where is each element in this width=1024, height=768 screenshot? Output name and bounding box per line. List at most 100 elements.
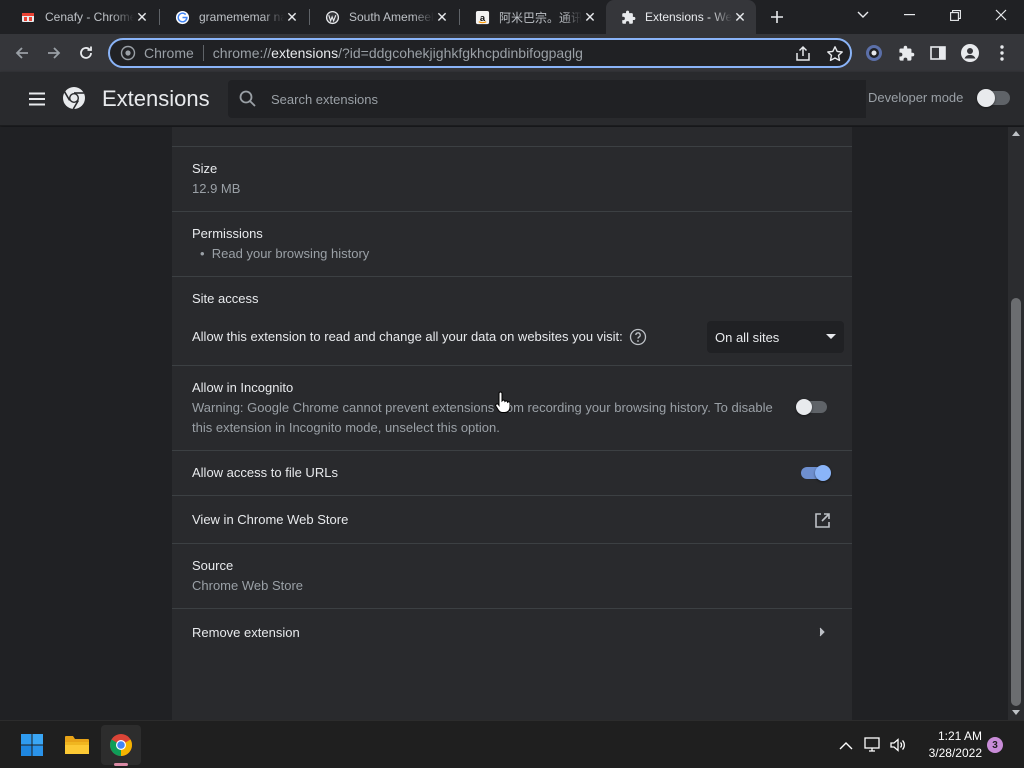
close-window-button[interactable] <box>978 0 1024 30</box>
incognito-section: Allow in Incognito Warning: Google Chrom… <box>172 366 852 451</box>
tab-amazon[interactable]: a 阿米巴宗。通讯 ✕ <box>460 0 606 34</box>
url-scheme: chrome:// <box>212 45 272 61</box>
hamburger-menu-icon[interactable] <box>26 88 48 110</box>
developer-mode-label: Developer mode <box>868 90 964 105</box>
extensions-menu-button[interactable] <box>896 43 916 63</box>
minimize-button[interactable] <box>886 0 932 30</box>
tab-title: Cenafy - Chrome <box>45 10 134 24</box>
share-icon[interactable] <box>794 45 812 63</box>
help-icon[interactable] <box>629 328 647 346</box>
puzzle-favicon <box>620 9 636 25</box>
close-tab-icon[interactable]: ✕ <box>434 9 450 25</box>
chrome-menu-button[interactable] <box>992 43 1012 63</box>
forward-arrow-icon <box>48 47 61 59</box>
source-label: Source <box>192 558 234 573</box>
minimize-icon <box>903 14 915 16</box>
details-page: Size 12.9 MB Permissions • Read your bro… <box>0 127 1008 720</box>
extension-icon-button[interactable] <box>864 43 884 63</box>
side-panel-icon <box>930 46 946 60</box>
page-scrollbar[interactable] <box>1008 127 1024 720</box>
site-access-select[interactable]: On all sites <box>707 321 844 353</box>
side-panel-button[interactable] <box>928 43 948 63</box>
forward-button[interactable] <box>40 39 68 67</box>
network-button[interactable] <box>863 735 883 755</box>
site-access-selected: On all sites <box>715 329 780 345</box>
chevron-down-icon <box>857 11 869 18</box>
amazon-favicon: a <box>474 9 490 25</box>
folder-icon <box>65 736 89 754</box>
puzzle-icon <box>898 45 914 61</box>
bookmark-star-icon[interactable] <box>826 45 844 63</box>
volume-button[interactable] <box>888 735 908 755</box>
tab-google[interactable]: gramememar na ✕ <box>160 0 308 34</box>
url-path: /?id=ddgcohekjighkfgkhcpdinbifogpaglg <box>338 45 583 61</box>
remove-extension-row[interactable]: Remove extension <box>172 609 852 657</box>
toggle-knob <box>815 465 831 481</box>
restore-button[interactable] <box>932 0 978 30</box>
source-value: Chrome Web Store <box>192 578 304 593</box>
windows-taskbar: 1:21 AM 3/28/2022 3 <box>0 720 1024 768</box>
close-tab-icon[interactable]: ✕ <box>134 9 150 25</box>
incognito-toggle[interactable] <box>796 397 830 417</box>
chevron-up-icon <box>839 741 853 749</box>
tab-title: 阿米巴宗。通讯 <box>499 10 582 25</box>
chrome-logo-icon <box>63 87 85 110</box>
search-input[interactable] <box>271 91 831 107</box>
back-button[interactable] <box>8 39 36 67</box>
permissions-label: Permissions <box>192 226 263 241</box>
omnibox-divider <box>202 45 204 61</box>
clock-date: 3/28/2022 <box>928 746 982 760</box>
close-tab-icon[interactable]: ✕ <box>732 9 748 25</box>
source-section: Source Chrome Web Store <box>172 544 852 609</box>
page-title: Extensions <box>102 86 210 111</box>
reload-button[interactable] <box>72 39 100 67</box>
search-extensions-box[interactable] <box>228 80 866 118</box>
chrome-taskbar-button[interactable] <box>101 725 141 765</box>
file-urls-toggle[interactable] <box>798 463 832 483</box>
new-tab-button[interactable] <box>766 6 788 28</box>
tab-extensions[interactable]: Extensions - We ✕ <box>606 0 756 34</box>
profile-button[interactable] <box>960 43 980 63</box>
url-text: chrome://extensions/?id=ddgcohekjighkfgk… <box>213 45 583 61</box>
tab-search-button[interactable] <box>840 0 886 30</box>
close-tab-icon[interactable]: ✕ <box>284 9 300 25</box>
web-store-row[interactable]: View in Chrome Web Store <box>172 496 852 544</box>
start-button[interactable] <box>12 725 52 765</box>
cenafy-favicon <box>20 9 36 25</box>
top-cutoff-section <box>172 127 852 147</box>
close-tab-icon[interactable]: ✕ <box>582 9 598 25</box>
incognito-warning-line2: this extension in Incognito mode, unsele… <box>192 420 500 435</box>
omnibox-chip: Chrome <box>144 45 194 61</box>
network-icon <box>864 737 880 752</box>
toggle-knob <box>977 89 995 107</box>
tab-title: gramememar na <box>199 10 284 24</box>
tab-wordpress[interactable]: South Amemeel ✕ <box>310 0 458 34</box>
tab-strip: Cenafy - Chrome ✕ gramememar na ✕ South … <box>0 0 1024 34</box>
speaker-icon <box>890 738 905 752</box>
file-urls-label: Allow access to file URLs <box>192 465 338 480</box>
toggle-knob <box>796 399 812 415</box>
browser-toolbar: Chrome chrome://extensions/?id=ddgcohekj… <box>0 34 1024 72</box>
scroll-down-arrow-icon[interactable] <box>1012 710 1020 715</box>
address-bar[interactable]: Chrome chrome://extensions/?id=ddgcohekj… <box>108 38 852 68</box>
incognito-label: Allow in Incognito <box>192 380 294 395</box>
file-explorer-button[interactable] <box>57 725 97 765</box>
open-in-new-icon[interactable] <box>814 512 831 529</box>
show-hidden-icons-button[interactable] <box>836 735 856 755</box>
tab-title: Extensions - We <box>645 10 732 24</box>
scrollbar-thumb[interactable] <box>1011 298 1021 706</box>
hand-cursor-icon <box>495 391 510 413</box>
plus-icon <box>771 11 783 23</box>
developer-mode-toggle[interactable] <box>977 88 1011 108</box>
taskbar-clock[interactable]: 1:21 AM 3/28/2022 <box>916 728 982 762</box>
size-section: Size 12.9 MB <box>172 147 852 212</box>
scroll-up-arrow-icon[interactable] <box>1012 131 1020 136</box>
restore-icon <box>949 9 961 21</box>
extension-details-card: Size 12.9 MB Permissions • Read your bro… <box>172 127 852 720</box>
notification-badge[interactable]: 3 <box>987 737 1003 753</box>
dropdown-caret-icon <box>826 334 836 339</box>
chrome-app-icon <box>110 734 132 756</box>
web-store-label: View in Chrome Web Store <box>192 512 349 527</box>
permission-item: • Read your browsing history <box>200 246 370 261</box>
tab-cenafy[interactable]: Cenafy - Chrome ✕ <box>6 0 158 34</box>
